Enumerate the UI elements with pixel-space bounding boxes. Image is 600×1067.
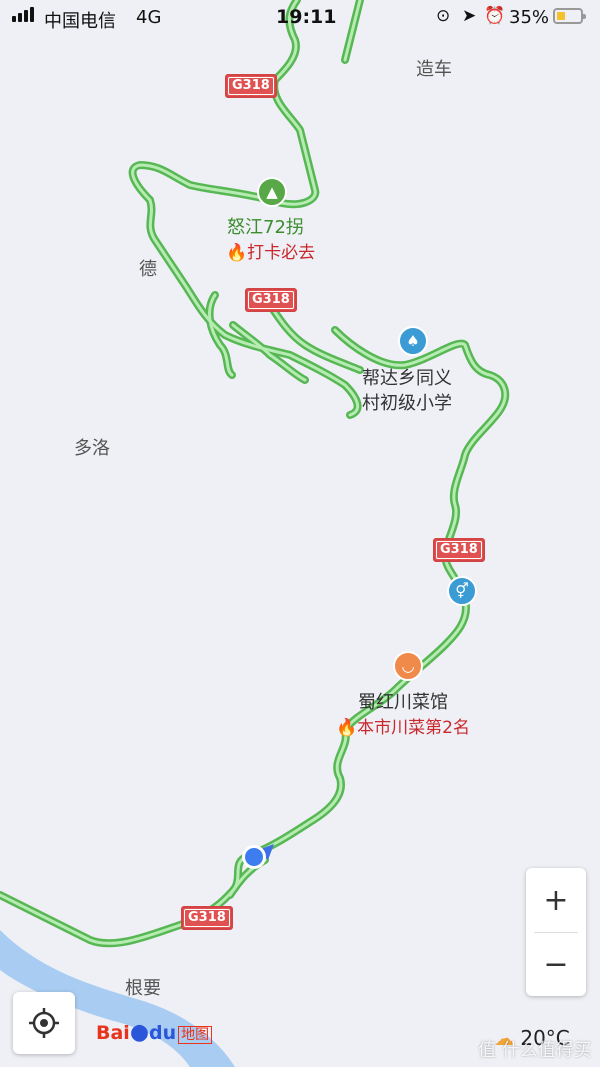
locate-icon (29, 1008, 59, 1038)
logo-text-bai: Bai (96, 1022, 130, 1044)
location-arrow-icon: ➤ (462, 6, 477, 26)
carrier-name: 中国电信 (44, 11, 116, 32)
poi-nujiang-tag: 🔥打卡必去 (226, 238, 315, 263)
flame-icon: 🔥 (336, 718, 358, 738)
place-label-duoluo: 多洛 (74, 438, 110, 459)
toilet-icon[interactable]: ⚥ (447, 576, 477, 606)
bowl-icon[interactable]: ◡ (393, 651, 423, 681)
map-canvas[interactable] (0, 0, 600, 1067)
watermark: 值 什么值得买 (478, 1040, 592, 1061)
road-shield-g318: G318 (225, 74, 277, 98)
poi-school-name-line1[interactable]: 帮达乡同义 (362, 364, 452, 390)
network-type: 4G (136, 7, 162, 28)
clock: 19:11 (276, 6, 337, 28)
logo-text-du: du (149, 1022, 177, 1044)
zoom-in-button[interactable]: + (526, 868, 586, 932)
school-icon[interactable]: ♠ (398, 326, 428, 356)
place-label-de: 德 (139, 259, 157, 280)
road-shield-g318: G318 (181, 906, 233, 930)
zoom-out-button[interactable]: − (526, 932, 586, 996)
poi-nujiang-tag-text: 打卡必去 (247, 243, 316, 263)
tree-icon[interactable]: ▲ (257, 177, 287, 207)
poi-nujiang-name[interactable]: 怒江72拐 (227, 213, 304, 239)
road-shield-g318: G318 (245, 288, 297, 312)
zoom-controls: + − (526, 868, 586, 996)
alarm-icon: ⏰ (484, 6, 506, 26)
road-shield-g318: G318 (433, 538, 485, 562)
baidu-map-logo: Bai●du 地图 (96, 1020, 213, 1045)
battery-percent: 35% (509, 7, 550, 28)
battery-fill (557, 12, 565, 20)
current-location-marker (242, 844, 274, 869)
poi-restaurant-name[interactable]: 蜀红川菜馆 (358, 688, 448, 714)
logo-text-ditu: 地图 (178, 1026, 213, 1044)
status-bar: 中国电信 4G 19:11 ⊙ ➤ ⏰ 35% (0, 0, 600, 34)
place-label-genyao: 根要 (125, 978, 161, 999)
poi-restaurant-tag: 🔥本市川菜第2名 (336, 713, 470, 738)
poi-school-name-line2[interactable]: 村初级小学 (362, 389, 452, 415)
orientation-lock-icon: ⊙ (436, 6, 451, 26)
place-label-zaoche: 造车 (416, 59, 452, 80)
paw-icon: ● (129, 1020, 150, 1045)
flame-icon: 🔥 (226, 243, 248, 263)
locate-button[interactable] (13, 992, 75, 1054)
poi-restaurant-tag-text: 本市川菜第2名 (357, 718, 470, 738)
battery-icon (553, 8, 586, 24)
